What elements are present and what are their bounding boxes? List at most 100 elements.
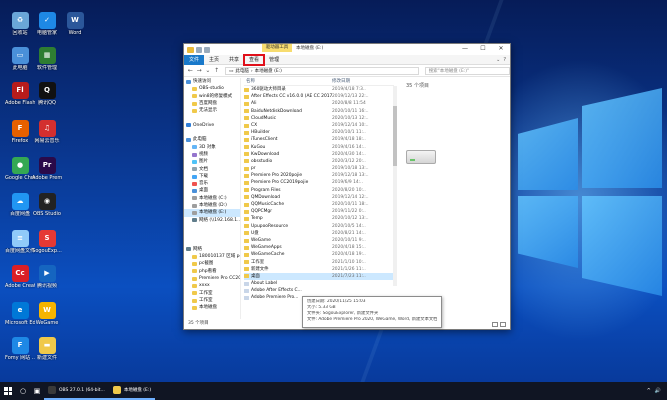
tab-view[interactable]: 查看 (243, 53, 266, 66)
title-bar[interactable]: 驱动器工具 本地磁盘 (E:) — ☐ ✕ (184, 44, 510, 55)
scrollbar-thumb[interactable] (393, 106, 397, 166)
file-row[interactable]: About Label (244, 280, 394, 287)
new-folder-icon[interactable] (204, 46, 210, 53)
file-row[interactable]: HBuilder 2020/10/1 11:.. (244, 129, 394, 136)
breadcrumb-drive-e[interactable]: 本地磁盘 (E:) (255, 68, 282, 74)
start-button[interactable] (0, 382, 16, 400)
breadcrumb-this-pc[interactable]: 此电脑 (235, 68, 249, 74)
close-button[interactable]: ✕ (492, 44, 510, 54)
desktop-icon-recycle-bin[interactable]: ♻ 回收站 (5, 12, 35, 36)
nav-item[interactable]: 本地磁盘 (184, 304, 240, 311)
forward-arrow-icon[interactable]: → (196, 67, 203, 74)
nav-item[interactable]: 图片 (184, 158, 240, 165)
file-row[interactable]: Temp 2020/10/12 13:.. (244, 215, 394, 222)
desktop-icon-folder[interactable]: ▬ 新建文件 (32, 337, 62, 361)
file-row[interactable]: WeGameApps 2020/4/18 15:.. (244, 244, 394, 251)
taskbar-app-button[interactable]: 本地磁盘 (E:) (108, 382, 156, 400)
desktop-icon-qq[interactable]: Q 腾讯QQ (32, 82, 62, 106)
nav-item[interactable]: 本地磁盘 (D:) (184, 202, 240, 209)
back-arrow-icon[interactable]: ← (187, 67, 194, 74)
properties-icon[interactable] (196, 46, 202, 53)
file-row[interactable]: Adobe After Effects C... (244, 287, 394, 294)
drive-tools-context-tab[interactable]: 驱动器工具 (262, 44, 292, 52)
expand-ribbon-icon[interactable]: ⌄ (496, 57, 500, 63)
desktop-icon-creative-cloud[interactable]: CcAdobe Creat... (5, 265, 35, 289)
file-row[interactable]: iTunesClient 2019/4/18 18:.. (244, 136, 394, 143)
nav-item[interactable]: xxxx (184, 282, 240, 289)
file-row[interactable]: 工作室 2021/1/10 10:.. (244, 259, 394, 266)
nav-item[interactable]: 桌面 (184, 187, 240, 194)
desktop-icon-word[interactable]: W Word (60, 12, 90, 36)
desktop-icon-tencent-video[interactable]: ▶ 腾讯视频 (32, 265, 62, 289)
file-row[interactable]: Premiere Pro 2020pojie 2019/12/18 13:.. (244, 172, 394, 179)
nav-item[interactable]: 文档 (184, 166, 240, 173)
maximize-button[interactable]: ☐ (474, 44, 492, 54)
help-icon[interactable]: ? (503, 57, 506, 63)
file-row[interactable]: Program Files 2020/8/20 10:.. (244, 187, 394, 194)
desktop-icon-baidu-netdisk[interactable]: ☁ 百度网盘 (5, 193, 35, 217)
nav-item[interactable]: 网络 (184, 246, 240, 253)
desktop-icon-software-manager[interactable]: ▦ 软件管理 (32, 47, 62, 71)
desktop-icon-sogou[interactable]: S SogouExp... (32, 230, 62, 254)
large-icons-view-icon[interactable] (500, 321, 506, 327)
file-row[interactable]: 360驱动大师目录 2019/4/18 7:3.. (244, 86, 394, 93)
desktop-icon-chrome[interactable]: ●Google Chrome (5, 157, 35, 181)
file-row[interactable]: 新建文件 2021/1/26 11:.. (244, 266, 394, 273)
tab-manage[interactable]: 管理 (264, 55, 284, 65)
task-view-icon[interactable]: ▣ (30, 382, 44, 400)
file-row[interactable]: Premiere Pro CC2019pojie 2019/6/9 14:.. (244, 179, 394, 186)
details-view-icon[interactable] (492, 321, 498, 327)
search-icon[interactable]: ○ (16, 382, 30, 400)
nav-item[interactable]: 视频 (184, 151, 240, 158)
desktop-icon-edge[interactable]: eMicrosoft Edge (5, 302, 35, 326)
taskbar-app-button[interactable]: OBS 27.0.1 (64-bit... (44, 382, 109, 400)
file-row[interactable]: 桌面 2021/7/23 11:.. (244, 272, 394, 281)
file-row[interactable]: CX 2019/12/14 10:.. (244, 122, 394, 129)
nav-item[interactable]: 网络 (\\192.168.1...) (184, 217, 240, 224)
tab-share[interactable]: 共享 (224, 55, 244, 65)
file-row[interactable]: QQPCMgr 2019/11/22 0:.. (244, 208, 394, 215)
file-row[interactable]: UpupooResource 2020/10/5 14:.. (244, 223, 394, 230)
file-row[interactable]: WeGameCache 2020/4/18 19:.. (244, 251, 394, 258)
file-row[interactable]: QQMusicCache 2020/10/11 18:.. (244, 201, 394, 208)
nav-item[interactable]: 3D 对象 (184, 144, 240, 151)
file-row[interactable]: BaiduNetdiskDownload 2020/10/11 16:.. (244, 108, 394, 115)
desktop-icon-netease-music[interactable]: ♫ 网易云音乐 (32, 120, 62, 144)
nav-item[interactable]: 本地磁盘 (E:) (184, 209, 240, 217)
nav-item[interactable]: Premiere Pro CC20... (184, 275, 240, 282)
file-row[interactable]: QMDownload 2019/12/14 12:.. (244, 194, 394, 201)
file-row[interactable]: WeGame 2020/10/11 9:.. (244, 237, 394, 244)
file-row[interactable]: obsstudio 2020/3/12 20:.. (244, 158, 394, 165)
nav-item[interactable]: pc截图 (184, 260, 240, 267)
nav-item[interactable]: 本地磁盘 (C:) (184, 195, 240, 202)
nav-item[interactable]: 百度网盘 (184, 100, 240, 107)
desktop-icon-premiere[interactable]: PrAdobe Premie... (32, 157, 62, 181)
nav-item[interactable]: 工作室 (184, 297, 240, 304)
nav-item[interactable]: 音乐 (184, 180, 240, 187)
nav-item[interactable]: win8的修复模式 (184, 93, 240, 100)
desktop-icon-shield[interactable]: ✓ 电脑管家 (32, 12, 62, 36)
up-arrow-icon[interactable]: ↑ (213, 67, 220, 74)
column-name-header[interactable]: 名称 (244, 78, 332, 85)
desktop-icon-firefox[interactable]: F Firefox (5, 120, 35, 144)
desktop-icon-obs[interactable]: ◉ OBS Studio (32, 193, 62, 217)
tray-overflow-icon[interactable]: ^ (647, 388, 651, 394)
desktop-icon-fomy[interactable]: F Fomy 网站 ... (5, 337, 35, 361)
file-row[interactable]: KuGou 2019/4/16 14:.. (244, 144, 394, 151)
file-row[interactable]: CloudMusic 2020/10/13 12:.. (244, 115, 394, 122)
desktop-icon-wegame[interactable]: W WeGame (32, 302, 62, 326)
nav-item[interactable]: 无法显示 (184, 107, 240, 114)
tab-file[interactable]: 文件 (184, 54, 205, 65)
file-row[interactable]: After Effects CC v16.0.0 (AE CC 2017) 201… (244, 93, 394, 100)
file-row[interactable]: U盘 2020/8/21 14:.. (244, 230, 394, 237)
nav-item[interactable]: 此电脑 (184, 136, 240, 143)
desktop-icon-document[interactable]: ≡百度网盘文件快... (5, 230, 35, 254)
minimize-button[interactable]: — (456, 44, 474, 54)
tab-home[interactable]: 主页 (204, 55, 224, 65)
desktop-icon-computer[interactable]: ▭ 此电脑 (5, 47, 35, 71)
file-row[interactable]: KwDownload 2020/4/30 14:.. (244, 151, 394, 158)
file-row[interactable]: Ali 2020/8/8 11:54 (244, 100, 394, 107)
recent-dropdown-icon[interactable]: ⌄ (205, 67, 212, 74)
address-bar[interactable]: ▭ 此电脑 › 本地磁盘 (E:) (225, 66, 419, 75)
nav-item[interactable]: 工作室 (184, 290, 240, 297)
